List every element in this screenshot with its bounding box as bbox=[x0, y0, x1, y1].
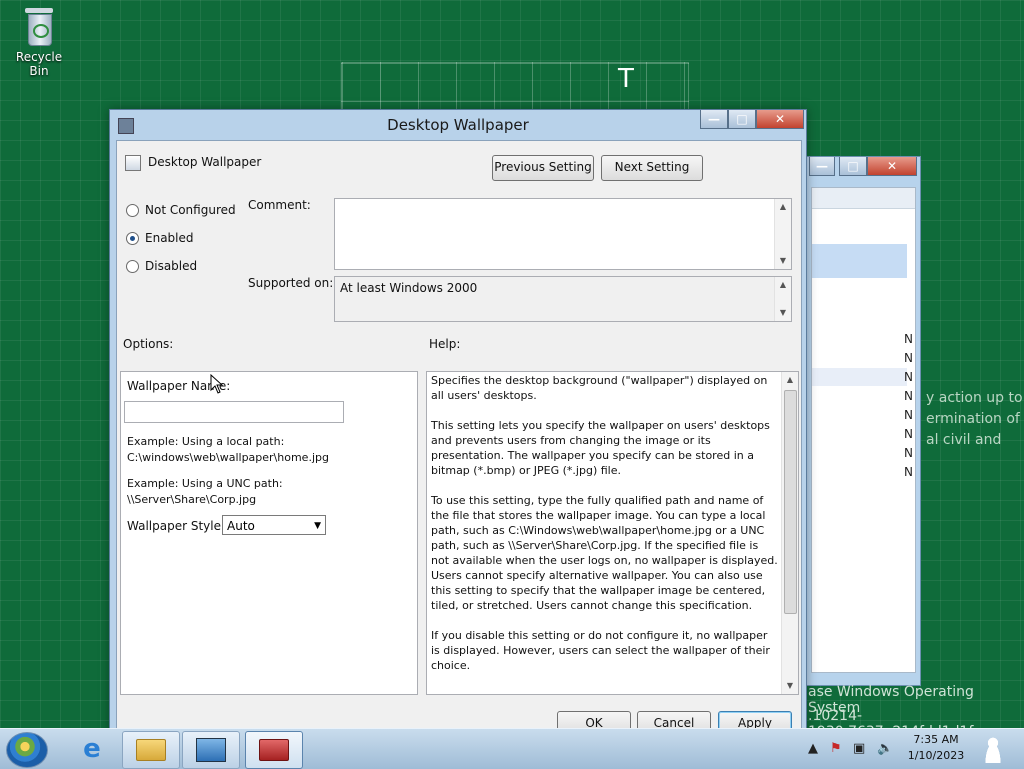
comment-scrollbar[interactable]: ▲ ▼ bbox=[774, 199, 791, 269]
options-label: Options: bbox=[123, 337, 174, 351]
help-scroll-thumb[interactable] bbox=[784, 390, 797, 614]
desktop-text-line-1: y action up to bbox=[926, 390, 1023, 406]
internet-explorer-taskbar-button[interactable]: e bbox=[64, 731, 120, 767]
desktop-grid-letter: T bbox=[618, 64, 634, 94]
supported-on-scrollbar[interactable]: ▲ ▼ bbox=[774, 277, 791, 321]
close-icon: ✕ bbox=[886, 159, 898, 173]
maximize-button[interactable]: □ bbox=[728, 110, 756, 129]
background-window[interactable]: — □ ✕ NNNNNNNN bbox=[806, 156, 921, 686]
radio-not-configured-label: Not Configured bbox=[145, 203, 236, 217]
minimize-button[interactable]: — bbox=[700, 110, 728, 129]
desktop-text-line-3: al civil and bbox=[926, 432, 1002, 448]
options-pane: Wallpaper Name: Example: Using a local p… bbox=[120, 371, 418, 695]
taskbar-clock[interactable]: 7:35 AM 1/10/2023 bbox=[900, 732, 972, 764]
policy-setting-icon bbox=[125, 155, 141, 171]
scroll-down-icon[interactable]: ▼ bbox=[775, 305, 791, 321]
bg-maximize-button[interactable]: □ bbox=[839, 157, 867, 176]
toolbox-icon bbox=[259, 739, 289, 761]
chevron-down-icon: ▼ bbox=[314, 521, 321, 531]
bg-list-item: N bbox=[904, 370, 913, 384]
comment-textarea[interactable]: ▲ ▼ bbox=[334, 198, 792, 270]
scroll-down-icon[interactable]: ▼ bbox=[782, 678, 798, 694]
bg-list-item: N bbox=[904, 389, 913, 403]
example-local-path: C:\windows\web\wallpaper\home.jpg bbox=[127, 451, 329, 464]
control-panel-taskbar-button[interactable] bbox=[182, 731, 240, 769]
internet-explorer-icon: e bbox=[83, 734, 101, 764]
user-avatar[interactable] bbox=[976, 731, 1010, 767]
help-label: Help: bbox=[429, 337, 461, 351]
recycle-bin-desktop-icon[interactable]: Recycle Bin bbox=[6, 6, 72, 78]
wallpaper-style-label: Wallpaper Style: bbox=[127, 519, 226, 533]
supported-on-label: Supported on: bbox=[248, 276, 334, 290]
example-local-title: Example: Using a local path: bbox=[127, 435, 285, 448]
radio-disabled[interactable]: Disabled bbox=[126, 259, 197, 273]
supported-on-value: At least Windows 2000 bbox=[340, 281, 478, 295]
bg-list-item: N bbox=[904, 332, 913, 346]
help-paragraph: This setting lets you specify the wallpa… bbox=[431, 419, 770, 477]
scroll-up-icon[interactable]: ▲ bbox=[782, 372, 798, 388]
recycle-bin-icon bbox=[23, 6, 55, 46]
scroll-up-icon[interactable]: ▲ bbox=[775, 277, 791, 293]
radio-disabled-label: Disabled bbox=[145, 259, 198, 273]
wallpaper-name-input[interactable] bbox=[124, 401, 344, 423]
radio-not-configured[interactable]: Not Configured bbox=[126, 203, 236, 217]
user-icon bbox=[982, 735, 1004, 763]
start-button[interactable] bbox=[6, 732, 48, 768]
bg-window-content: NNNNNNNN bbox=[811, 187, 916, 673]
desktop-wallpaper-dialog[interactable]: Desktop Wallpaper — □ ✕ Desktop Wallpape… bbox=[109, 109, 807, 742]
minimize-icon: — bbox=[708, 112, 720, 126]
desktop-text-line-2: ermination of bbox=[926, 411, 1020, 427]
clock-time: 7:35 AM bbox=[913, 733, 959, 746]
network-icon[interactable]: ▣ bbox=[853, 741, 865, 756]
control-panel-icon bbox=[196, 738, 226, 762]
example-unc-path: \\Server\Share\Corp.jpg bbox=[127, 493, 257, 506]
close-button[interactable]: ✕ bbox=[756, 110, 804, 129]
example-unc-title: Example: Using a UNC path: bbox=[127, 477, 283, 490]
close-icon: ✕ bbox=[774, 112, 786, 126]
bg-minimize-button[interactable]: — bbox=[809, 157, 835, 176]
desktop-grid-decoration bbox=[341, 62, 689, 114]
comment-label: Comment: bbox=[248, 198, 311, 212]
policy-name: Desktop Wallpaper bbox=[148, 155, 262, 169]
bg-list-item: N bbox=[904, 351, 913, 365]
mouse-cursor-icon bbox=[210, 374, 224, 394]
radio-enabled-indicator bbox=[126, 231, 139, 245]
help-paragraph: To use this setting, type the fully qual… bbox=[431, 494, 778, 612]
help-pane: Specifies the desktop background ("wallp… bbox=[426, 371, 799, 695]
dialog-body: Desktop Wallpaper Previous Setting Next … bbox=[116, 140, 802, 742]
volume-icon[interactable]: 🔈 bbox=[877, 741, 893, 756]
folder-icon bbox=[136, 739, 166, 761]
file-explorer-taskbar-button[interactable] bbox=[122, 731, 180, 769]
help-text: Specifies the desktop background ("wallp… bbox=[431, 373, 778, 688]
action-center-flag-icon[interactable]: ⚑ bbox=[830, 741, 842, 756]
taskbar: e ▲ ⚑ ▣ 🔈 7:35 AM 1/10/2023 bbox=[0, 728, 1024, 769]
scroll-up-icon[interactable]: ▲ bbox=[775, 199, 791, 215]
radio-enabled-label: Enabled bbox=[145, 231, 194, 245]
minimize-icon: — bbox=[816, 159, 828, 173]
bg-list-item: N bbox=[904, 408, 913, 422]
show-hidden-icons-icon[interactable]: ▲ bbox=[808, 741, 818, 756]
wallpaper-style-select[interactable]: Auto ▼ bbox=[222, 515, 326, 535]
supported-on-field: At least Windows 2000 ▲ ▼ bbox=[334, 276, 792, 322]
help-paragraph: If you disable this setting or do not co… bbox=[431, 629, 770, 672]
bg-list-item: N bbox=[904, 465, 913, 479]
maximize-icon: □ bbox=[847, 159, 859, 173]
bg-list-item: N bbox=[904, 427, 913, 441]
wallpaper-style-value: Auto bbox=[227, 519, 255, 533]
maximize-icon: □ bbox=[736, 112, 748, 126]
recycle-bin-label: Recycle Bin bbox=[15, 50, 63, 78]
next-setting-button[interactable]: Next Setting bbox=[601, 155, 703, 181]
bg-list-item: N bbox=[904, 446, 913, 460]
help-scrollbar[interactable]: ▲ ▼ bbox=[781, 372, 798, 694]
help-paragraph: Specifies the desktop background ("wallp… bbox=[431, 374, 768, 402]
bg-close-button[interactable]: ✕ bbox=[867, 157, 917, 176]
scroll-down-icon[interactable]: ▼ bbox=[775, 253, 791, 269]
group-policy-taskbar-button[interactable] bbox=[245, 731, 303, 769]
clock-date: 1/10/2023 bbox=[907, 749, 965, 762]
radio-not-configured-indicator bbox=[126, 203, 139, 217]
radio-disabled-indicator bbox=[126, 259, 139, 273]
previous-setting-button[interactable]: Previous Setting bbox=[492, 155, 594, 181]
radio-enabled[interactable]: Enabled bbox=[126, 231, 194, 245]
